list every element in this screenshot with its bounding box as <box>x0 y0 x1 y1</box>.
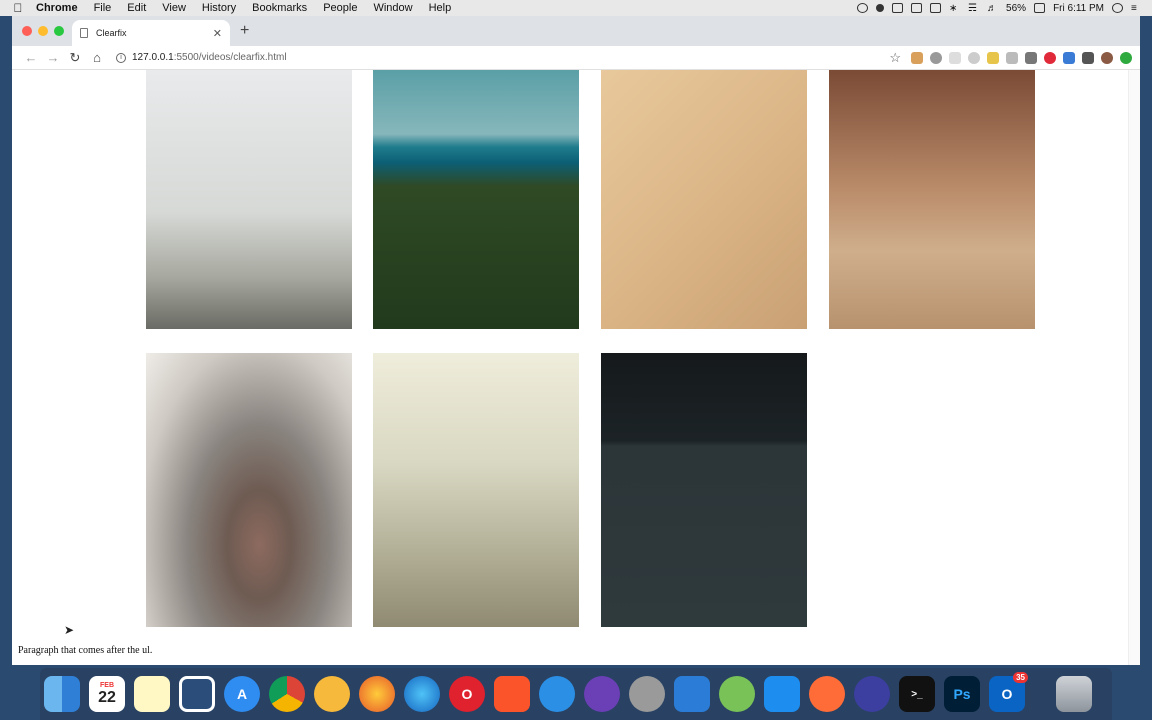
extension-9-icon[interactable] <box>1063 51 1075 64</box>
outlook-badge: 35 <box>1013 672 1028 683</box>
extension-6-icon[interactable] <box>1006 51 1018 64</box>
after-list-paragraph: Paragraph that comes after the ul. <box>18 645 153 656</box>
notification-center-icon[interactable]: ≡ <box>1131 3 1142 14</box>
tab-strip: Clearfix ✕ + <box>12 16 1140 46</box>
gallery-image-cat-nose <box>146 353 352 627</box>
extension-12-icon[interactable] <box>1120 51 1132 64</box>
address-bar[interactable]: i 127.0.0.1 :5500/videos/clearfix.html <box>116 52 836 63</box>
screenshot-icon[interactable] <box>892 3 904 13</box>
extensions-area <box>911 51 1140 64</box>
postman-icon[interactable] <box>809 676 845 712</box>
image-gallery-list <box>146 70 1046 629</box>
reload-button[interactable]: ↻ <box>64 50 86 66</box>
page-scrollbar[interactable] <box>1128 70 1140 665</box>
airplay-icon[interactable] <box>930 3 942 13</box>
menu-history[interactable]: History <box>194 2 244 14</box>
zoom-window-button[interactable] <box>54 26 64 36</box>
chrome-icon[interactable] <box>269 676 305 712</box>
extension-2-icon[interactable] <box>930 51 942 64</box>
night-owl-icon[interactable] <box>854 676 890 712</box>
opera-icon[interactable]: O <box>449 676 485 712</box>
close-window-button[interactable] <box>22 26 32 36</box>
firefox-icon[interactable] <box>359 676 395 712</box>
gallery-image-keyboard-desk <box>601 353 807 627</box>
calendar-month: FEB <box>100 681 114 689</box>
url-host: 127.0.0.1 <box>132 52 174 63</box>
clock[interactable]: Fri 6:11 PM <box>1053 3 1104 14</box>
volume-icon[interactable]: ♬ <box>987 3 998 14</box>
browser-toolbar: ← → ↻ ⌂ i 127.0.0.1 :5500/videos/clearfi… <box>12 46 1140 70</box>
firefox-developer-icon[interactable] <box>404 676 440 712</box>
page-viewport: Paragraph that comes after the ul. ➤ <box>12 70 1140 665</box>
menu-file[interactable]: File <box>86 2 120 14</box>
creative-cloud-icon[interactable] <box>857 3 869 13</box>
extension-3-icon[interactable] <box>949 51 961 64</box>
gallery-image-mug <box>829 70 1035 329</box>
xcode-icon[interactable] <box>764 676 800 712</box>
back-button[interactable]: ← <box>20 50 42 65</box>
chrome-canary-icon[interactable] <box>314 676 350 712</box>
brave-icon[interactable] <box>494 676 530 712</box>
home-button[interactable]: ⌂ <box>86 50 108 65</box>
wifi-icon[interactable]: ☴ <box>968 3 979 14</box>
finder-icon[interactable] <box>44 676 80 712</box>
safari-icon[interactable] <box>539 676 575 712</box>
safari-preview-icon[interactable] <box>584 676 620 712</box>
extension-4-icon[interactable] <box>968 51 980 64</box>
site-info-icon[interactable]: i <box>116 52 126 63</box>
forward-button[interactable]: → <box>42 50 64 65</box>
bluetooth-icon[interactable]: ∗ <box>949 3 960 14</box>
menu-window[interactable]: Window <box>365 2 420 14</box>
new-tab-button[interactable]: + <box>240 22 249 40</box>
pinterest-icon[interactable] <box>1044 51 1056 64</box>
imageoptim-icon[interactable] <box>629 676 665 712</box>
menu-people[interactable]: People <box>315 2 365 14</box>
app-store-icon[interactable]: A <box>224 676 260 712</box>
menu-help[interactable]: Help <box>421 2 460 14</box>
extension-7-icon[interactable] <box>1025 51 1037 64</box>
calendar-icon[interactable]: FEB 22 <box>89 676 125 712</box>
status-area: ∗ ☴ ♬ 56% Fri 6:11 PM ≡ <box>857 3 1152 14</box>
gallery-image-lake <box>373 70 579 329</box>
trash-icon[interactable] <box>1056 676 1092 712</box>
mac-menubar:  Chrome File Edit View History Bookmark… <box>0 0 1152 16</box>
terminal-icon[interactable]: >_ <box>899 676 935 712</box>
apple-menu-icon[interactable]:  <box>0 1 36 15</box>
tools-icon[interactable] <box>911 3 923 13</box>
extension-5-icon[interactable] <box>987 51 999 64</box>
close-tab-icon[interactable]: ✕ <box>213 27 222 40</box>
alfred-icon[interactable] <box>876 4 885 12</box>
gallery-image-road <box>146 70 352 329</box>
notes-icon[interactable] <box>134 676 170 712</box>
browser-window: Clearfix ✕ + ← → ↻ ⌂ i 127.0.0.1 :5500/v… <box>12 16 1140 665</box>
photoshop-icon[interactable]: Ps <box>944 676 980 712</box>
spotlight-search-icon[interactable] <box>1112 3 1123 13</box>
window-controls <box>22 26 64 36</box>
battery-percent[interactable]: 56% <box>1006 3 1026 14</box>
mouse-cursor-icon: ➤ <box>64 623 75 637</box>
menu-edit[interactable]: Edit <box>119 2 154 14</box>
extension-1-icon[interactable] <box>911 51 923 64</box>
battery-icon[interactable] <box>1034 3 1046 13</box>
calendar-day: 22 <box>98 688 116 706</box>
outlook-icon[interactable]: O 35 <box>989 672 1028 712</box>
profile-avatar[interactable] <box>1101 51 1113 64</box>
gallery-image-bird <box>373 353 579 627</box>
vscode-icon[interactable] <box>674 676 710 712</box>
mac-dock: FEB 22 A O >_ Ps O 35 <box>40 668 1112 720</box>
tab-title: Clearfix <box>96 28 127 38</box>
brackets-icon[interactable] <box>179 676 215 712</box>
bookmark-star-icon[interactable]: ☆ <box>889 50 901 66</box>
android-studio-icon[interactable] <box>719 676 755 712</box>
extension-10-icon[interactable] <box>1082 51 1094 64</box>
gallery-image-desk <box>601 70 807 329</box>
menu-view[interactable]: View <box>154 2 194 14</box>
minimize-window-button[interactable] <box>38 26 48 36</box>
url-path: :5500/videos/clearfix.html <box>173 52 287 63</box>
tab-clearfix[interactable]: Clearfix ✕ <box>72 20 230 46</box>
menu-bookmarks[interactable]: Bookmarks <box>244 2 315 14</box>
page-icon <box>80 28 88 38</box>
menu-app-name[interactable]: Chrome <box>36 2 86 14</box>
